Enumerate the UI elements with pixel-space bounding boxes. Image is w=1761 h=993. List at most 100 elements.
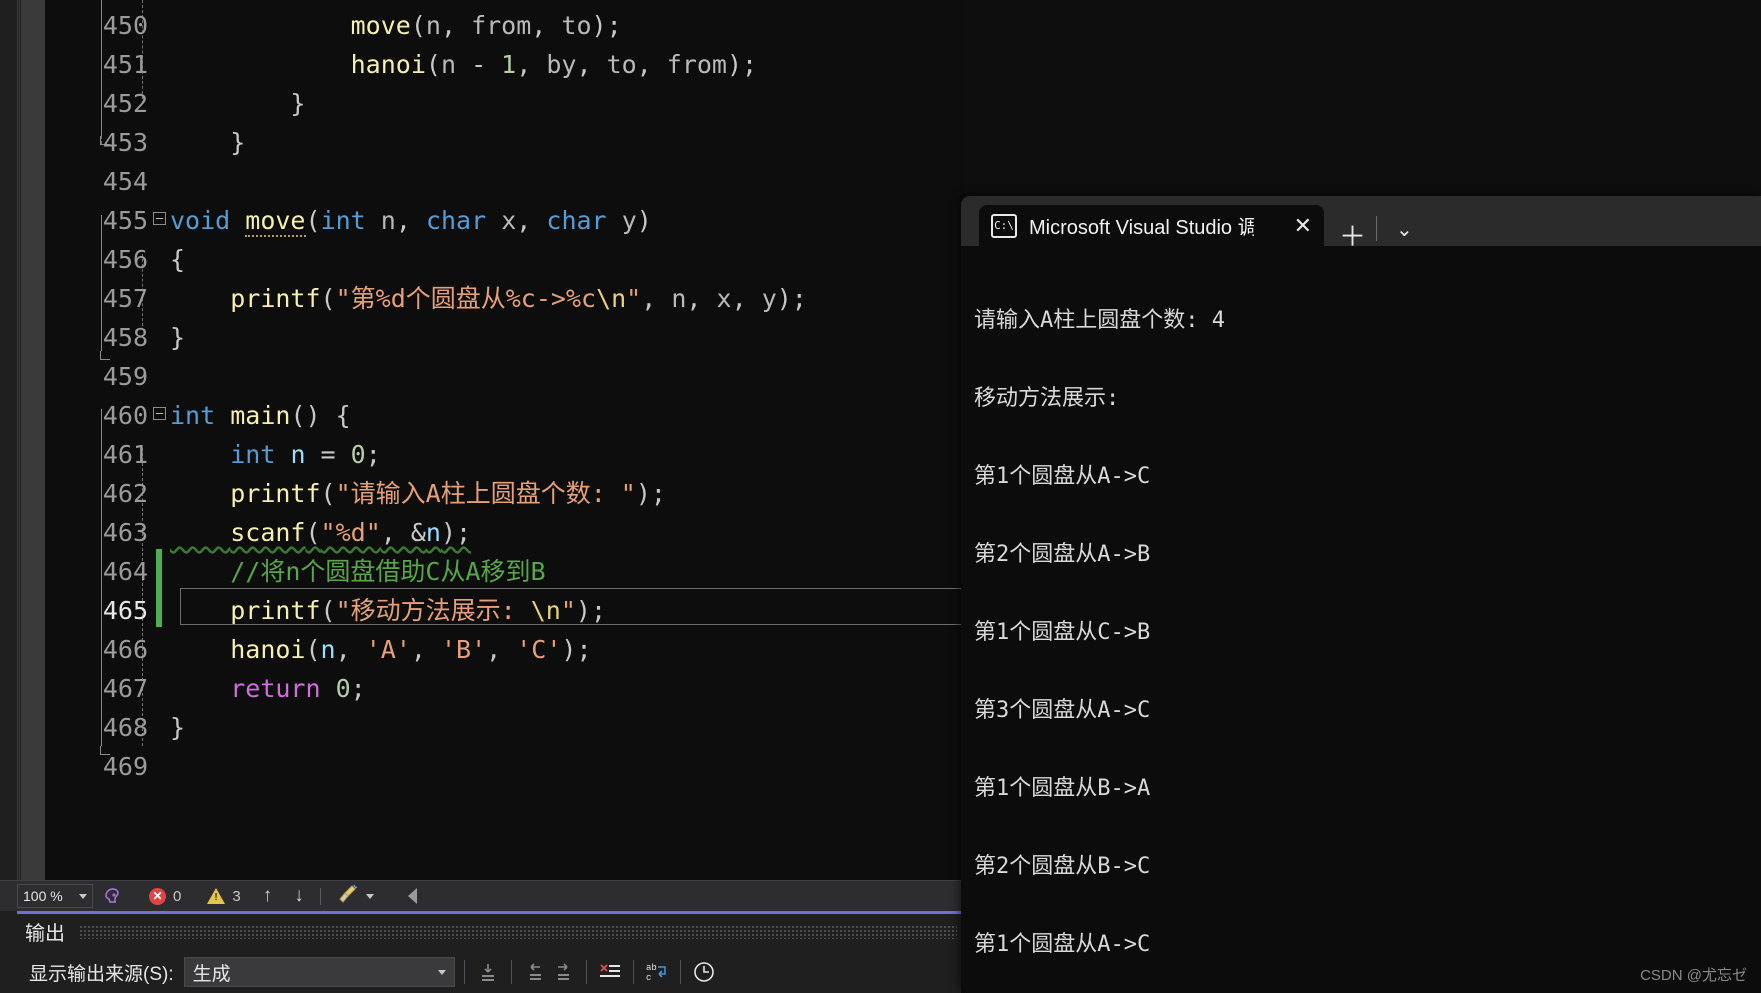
code-line[interactable]: 454 [45,162,165,201]
console-line: 第1个圆盘从A->C [974,464,1151,489]
console-tab[interactable]: C:\ Microsoft Visual Studio 调试控 ✕ [979,205,1324,246]
divider [1376,216,1377,241]
console-output[interactable]: 请输入A柱上圆盘个数: 4 移动方法展示: 第1个圆盘从A->C 第2个圆盘从A… [961,246,1761,993]
line-code: } [170,323,186,352]
console-window[interactable]: C:\ Microsoft Visual Studio 调试控 ✕ ＋ ⌄ 请输… [961,196,1761,993]
code-line[interactable]: 467 return 0; [45,669,366,708]
next-message-icon[interactable] [549,958,577,986]
code-line[interactable]: 458 } [45,318,185,357]
line-number: 466 [102,635,148,664]
code-line[interactable]: 461 int n = 0; [45,435,381,474]
output-source-select[interactable]: 生成 [183,957,455,987]
console-line: 第1个圆盘从C->B [974,620,1151,645]
collapse-region-icon[interactable]: – [153,212,166,225]
console-line: 第2个圆盘从A->B [974,542,1151,567]
line-number: 454 [102,167,148,196]
console-line: 第1个圆盘从A->C [974,932,1151,957]
code-line[interactable]: 468 } [45,708,185,747]
line-code: { [170,245,186,274]
chevron-down-icon[interactable]: ⌄ [1396,217,1413,242]
chevron-down-icon[interactable] [79,893,87,899]
line-code: } [170,128,246,157]
console-title-bar[interactable]: C:\ Microsoft Visual Studio 调试控 ✕ ＋ ⌄ [961,196,1761,252]
line-number: 463 [102,518,148,547]
code-line[interactable]: 452 } [45,84,306,123]
arrow-up-icon[interactable]: ↑ [263,885,273,907]
line-code: int n = 0; [230,440,381,469]
line-number: 458 [102,323,148,352]
code-editor[interactable]: (n, from, to); 450 move(n, from, to); 45… [45,0,963,880]
code-line[interactable]: 463 scanf("%d", &n); [45,513,471,552]
ide-window: (n, from, to); 450 move(n, from, to); 45… [0,0,963,993]
line-code: //将n个圆盘借助C从A移到B [230,557,546,586]
arrow-down-icon[interactable]: ↓ [294,885,304,907]
error-count-indicator[interactable]: ✕ 0 [149,887,181,905]
line-number: 462 [102,479,148,508]
line-code: return 0; [230,674,366,703]
toggle-word-wrap-icon[interactable]: ab c [643,958,671,986]
line-code: – int main() { [153,396,351,435]
line-number: 457 [102,284,148,313]
editor-scrollbar-track[interactable] [17,0,20,880]
line-number: 465 [102,596,148,625]
drag-handle-dots[interactable] [79,924,957,939]
code-line[interactable]: 453 } [45,123,245,162]
broom-icon[interactable] [337,884,359,909]
triangle-left-icon[interactable] [407,888,417,904]
chevron-down-icon[interactable] [437,969,446,975]
line-code: printf("第%d个圆盘从%c->%c\n", n, x, y); [230,284,807,313]
code-line[interactable]: 457 printf("第%d个圆盘从%c->%c\n", n, x, y); [45,279,807,318]
code-line[interactable]: 462 printf("请输入A柱上圆盘个数: "); [45,474,666,513]
line-code: } [170,89,306,118]
tab-output[interactable]: 输出 [25,917,65,946]
console-line: 请输入A柱上圆盘个数: 4 [974,308,1225,333]
go-to-message-icon[interactable] [474,958,502,986]
line-number: 461 [102,440,148,469]
prev-message-icon[interactable] [521,958,549,986]
clear-all-icon[interactable] [596,958,624,986]
code-line[interactable]: 466 hanoi(n, 'A', 'B', 'C'); [45,630,592,669]
code-line[interactable]: 460 – int main() { [45,396,351,435]
close-icon[interactable]: ✕ [1294,213,1312,239]
line-number: 455 [102,206,148,235]
editor-selection-margin[interactable] [21,0,45,880]
screenshot-root: (n, from, to); 450 move(n, from, to); 45… [0,0,1761,993]
line-number: 467 [102,674,148,703]
console-line: 第1个圆盘从B->A [974,776,1151,801]
divider [319,887,321,905]
line-number: 469 [102,752,148,781]
line-number: 460 [102,401,148,430]
cmd-prompt-icon: C:\ [991,213,1017,238]
code-line-current[interactable]: 465 printf("移动方法展示: \n"); [45,591,606,630]
line-code: – void move(int n, char x, char y) [153,201,652,240]
code-line[interactable]: 450 move(n, from, to); [45,6,622,45]
divider [679,960,681,984]
line-code: } [170,713,186,742]
line-number: 451 [102,50,148,79]
code-line[interactable]: 456 { [45,240,185,279]
output-pane: 输出 显示输出来源(S): 生成 ab c [0,911,963,993]
code-line[interactable]: 459 [45,357,165,396]
code-line[interactable]: 469 [45,747,165,786]
chevron-down-icon[interactable] [365,893,374,899]
code-line[interactable]: 455 – void move(int n, char x, char y) [45,201,652,240]
line-code: printf("移动方法展示: \n"); [230,596,607,625]
zoom-level-selector[interactable]: 100 % [17,884,93,908]
line-number: 464 [102,557,148,586]
history-icon[interactable] [690,958,718,986]
line-number: 452 [102,89,148,118]
code-line[interactable]: 451 hanoi(n - 1, by, to, from); [45,45,757,84]
warning-count-indicator[interactable]: 3 [207,888,241,905]
collapse-region-icon[interactable]: – [153,407,166,420]
line-number: 456 [102,245,148,274]
line-number: 450 [102,11,148,40]
svg-text:c: c [646,973,651,983]
editor-status-bar: 100 % ✕ 0 3 ↑ ↓ [0,880,963,911]
divider [585,960,587,984]
line-code: move(n, from, to); [350,11,622,40]
error-circle-icon: ✕ [149,887,166,905]
code-line[interactable]: 464 //将n个圆盘借助C从A移到B [45,552,546,591]
warning-triangle-icon [207,888,226,904]
intellicode-icon[interactable] [101,885,123,907]
line-code: printf("请输入A柱上圆盘个数: "); [230,479,666,508]
